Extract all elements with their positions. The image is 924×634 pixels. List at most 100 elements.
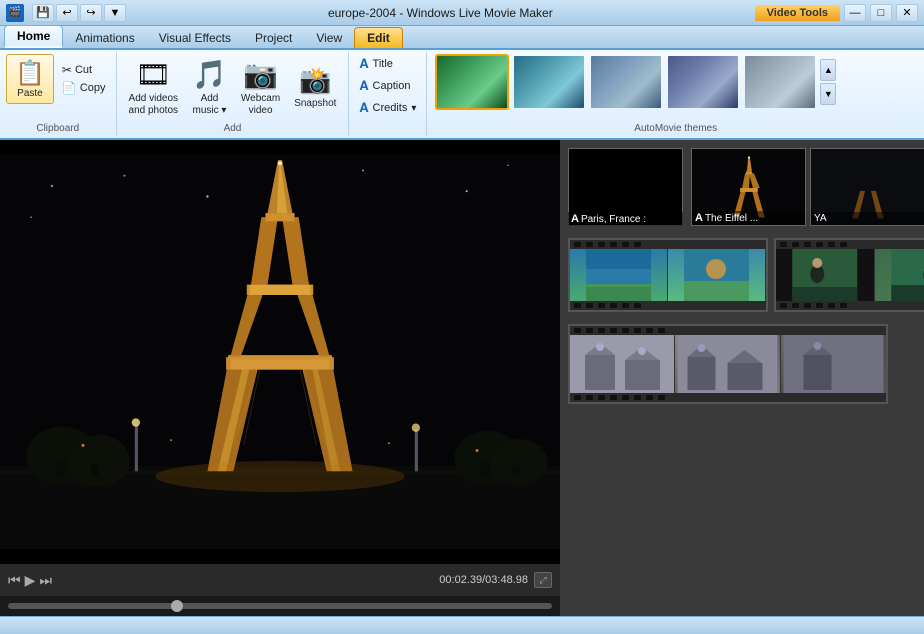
title-label: Title <box>373 58 393 70</box>
film-frame-cathedral-1 <box>570 335 675 393</box>
caption-label-3: YA <box>811 212 924 225</box>
credits-button[interactable]: 𝐀 Credits ▾ <box>355 98 420 118</box>
themes-scroll-down[interactable]: ▼ <box>820 83 836 105</box>
credits-label: Credits <box>373 102 408 114</box>
film-frame-person <box>776 249 874 301</box>
story-thumb-2: A The Eiffel ... <box>691 148 806 226</box>
paste-label: Paste <box>17 88 43 99</box>
copy-label: Copy <box>80 82 106 94</box>
storyboard-row-2 <box>568 238 916 312</box>
clipboard-controls: 📋 Paste ✂ Cut 📄 Copy <box>6 54 110 134</box>
theme-item-1[interactable] <box>435 54 509 110</box>
film-frame-beach-2 <box>668 249 765 301</box>
quick-access-dropdown[interactable]: ▼ <box>104 4 126 22</box>
caption-label-2: A The Eiffel ... <box>692 211 805 225</box>
close-button[interactable]: ✕ <box>896 4 918 22</box>
paste-button[interactable]: 📋 Paste <box>6 54 54 104</box>
maximize-button[interactable]: □ <box>870 4 892 22</box>
time-display: 00:02.39/03:48.98 <box>439 574 528 586</box>
play-button[interactable]: ▶ <box>25 572 36 589</box>
cut-label: Cut <box>75 64 92 76</box>
story-thumb-3: YA <box>810 148 924 226</box>
webcam-icon: 📷 <box>243 58 278 91</box>
redo-button[interactable]: ↪ <box>80 4 102 22</box>
add-music-button[interactable]: 🎵 Addmusic ▾ <box>186 54 233 121</box>
story-clip-film-1[interactable] <box>568 238 768 312</box>
eiffel-scene <box>0 140 560 564</box>
themes-scroll-up[interactable]: ▲ <box>820 59 836 81</box>
snapshot-button[interactable]: 📸 Snapshot <box>288 61 342 114</box>
clipboard-group: 📋 Paste ✂ Cut 📄 Copy Clipboard <box>0 52 117 136</box>
credits-dropdown-icon: ▾ <box>411 103 416 114</box>
caption-icon: 𝐀 <box>359 78 368 94</box>
cut-copy-buttons: ✂ Cut 📄 Copy <box>58 62 110 96</box>
tab-edit[interactable]: Edit <box>354 27 403 48</box>
themes-label: AutoMovie themes <box>634 123 717 134</box>
add-music-icon: 🎵 <box>192 58 227 91</box>
window-title: europe-2004 - Windows Live Movie Maker <box>126 6 755 20</box>
themes-nav: ▲ ▼ <box>820 59 836 105</box>
preview-controls: ⏮ ▶ ⏭ 00:02.39/03:48.98 ⤢ <box>0 564 560 596</box>
add-group: 🎞 Add videosand photos 🎵 Addmusic ▾ 📷 We… <box>117 52 350 136</box>
expand-button[interactable]: ⤢ <box>534 572 552 588</box>
add-label: Add <box>224 123 242 134</box>
cut-button[interactable]: ✂ Cut <box>58 62 110 78</box>
webcam-button[interactable]: 📷 Webcamvideo <box>235 54 286 121</box>
add-videos-button[interactable]: 🎞 Add videosand photos <box>123 54 185 121</box>
storyboard-row-1: A Paris, France : <box>568 148 916 226</box>
go-start-button[interactable]: ⏮ <box>8 572 21 589</box>
film-strip-2 <box>774 238 924 312</box>
theme-item-2[interactable] <box>512 54 586 110</box>
add-videos-label: Add videosand photos <box>129 93 179 117</box>
caption-label-1: A Paris, France : <box>568 212 683 226</box>
status-bar <box>0 616 924 634</box>
story-clip-1[interactable]: A Paris, France : <box>568 148 683 226</box>
tab-view[interactable]: View <box>304 28 354 48</box>
tab-animations[interactable]: Animations <box>63 28 146 48</box>
clip-1-label: Paris, France : <box>581 214 646 225</box>
theme-item-5[interactable] <box>743 54 817 110</box>
quick-access-toolbar: 💾 ↩ ↪ ▼ <box>32 4 126 22</box>
tab-project[interactable]: Project <box>243 28 304 48</box>
video-preview <box>0 140 560 564</box>
main-area: ⏮ ▶ ⏭ 00:02.39/03:48.98 ⤢ <box>0 140 924 616</box>
film-frame-cathedral-2 <box>675 335 780 393</box>
themes-group: ▲ ▼ AutoMovie themes <box>427 52 924 136</box>
go-end-button[interactable]: ⏭ <box>39 572 52 589</box>
minimize-button[interactable]: — <box>844 4 866 22</box>
ribbon-content: 📋 Paste ✂ Cut 📄 Copy Clipboard <box>0 50 924 140</box>
film-frame-beach <box>570 249 667 301</box>
story-clip-3[interactable]: YA <box>810 148 924 226</box>
story-clip-film-3[interactable] <box>568 324 888 404</box>
caption-label: Caption <box>373 80 411 92</box>
tab-home[interactable]: Home <box>4 25 63 48</box>
snapshot-icon: 📸 <box>299 65 331 96</box>
title-bar: 🎬 💾 ↩ ↪ ▼ europe-2004 - Windows Live Mov… <box>0 0 924 26</box>
clip-3-label: YA <box>814 213 827 224</box>
seek-bar[interactable] <box>0 596 560 616</box>
title-button[interactable]: 𝐀 Title <box>355 54 396 74</box>
undo-button[interactable]: ↩ <box>56 4 78 22</box>
preview-panel: ⏮ ▶ ⏭ 00:02.39/03:48.98 ⤢ <box>0 140 560 616</box>
add-music-label: Addmusic ▾ <box>193 93 227 117</box>
storyboard-row-3 <box>568 324 916 404</box>
add-videos-icon: 🎞 <box>136 58 172 91</box>
title-bar-left: 🎬 💾 ↩ ↪ ▼ <box>6 4 126 22</box>
theme-item-4[interactable] <box>666 54 740 110</box>
copy-button[interactable]: 📄 Copy <box>58 80 110 96</box>
caption-button[interactable]: 𝐀 Caption <box>355 76 414 96</box>
seek-thumb[interactable] <box>171 600 183 612</box>
video-tools-tab[interactable]: Video Tools <box>755 5 840 21</box>
story-clip-2[interactable]: A The Eiffel ... <box>691 148 806 226</box>
clipboard-label: Clipboard <box>36 123 79 134</box>
story-clip-film-2[interactable] <box>774 238 924 312</box>
credits-icon: 𝐀 <box>359 100 368 116</box>
seek-track[interactable] <box>8 603 552 609</box>
save-button[interactable]: 💾 <box>32 4 54 22</box>
text-group: 𝐀 Title 𝐀 Caption 𝐀 Credits ▾ <box>349 52 427 136</box>
film-frame-cathedral-3 <box>781 335 886 393</box>
tab-visual-effects[interactable]: Visual Effects <box>147 28 243 48</box>
copy-icon: 📄 <box>62 81 77 95</box>
snapshot-label: Snapshot <box>294 98 336 110</box>
theme-item-3[interactable] <box>589 54 663 110</box>
